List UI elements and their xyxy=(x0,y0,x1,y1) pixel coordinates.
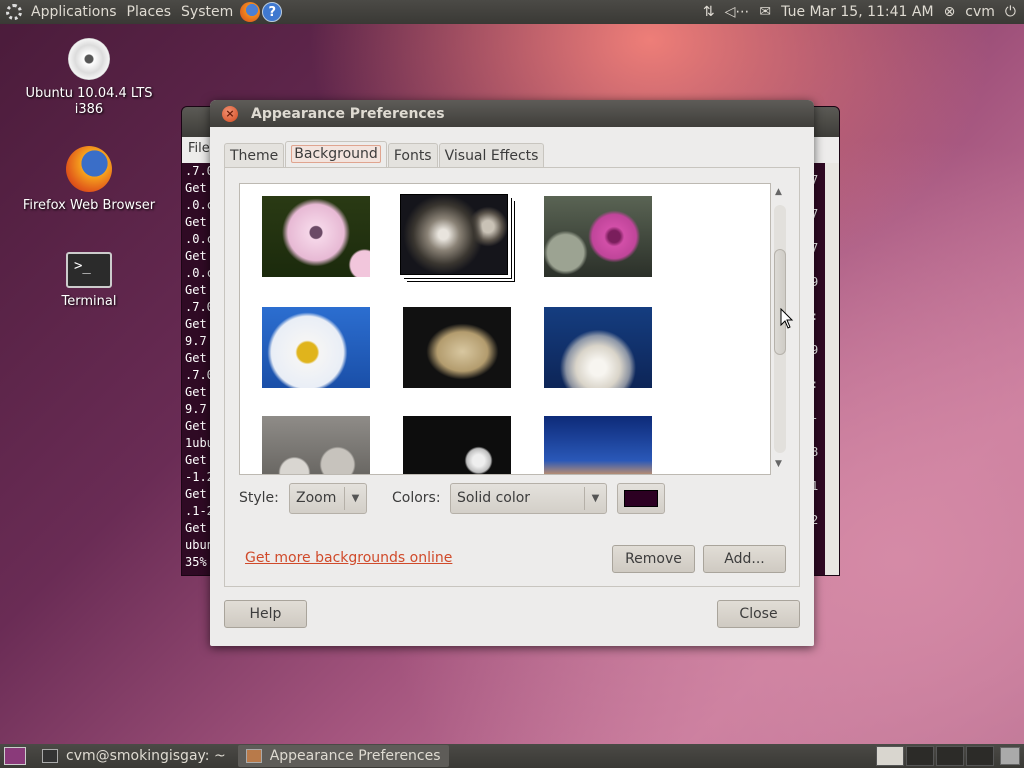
terminal-scrollbar[interactable] xyxy=(825,163,839,575)
terminal-icon: >_ xyxy=(66,252,112,288)
tab-label: Theme xyxy=(230,148,279,164)
appearance-icon xyxy=(245,749,262,763)
power-icon[interactable]: ⏻ xyxy=(1005,4,1016,20)
menu-system[interactable]: System xyxy=(176,4,238,20)
tab-label: Fonts xyxy=(393,148,432,164)
style-combo[interactable]: Zoom ▼ xyxy=(289,483,367,514)
taskbar-item-appearance[interactable]: Appearance Preferences xyxy=(237,745,449,767)
wallpaper-thumbnail[interactable] xyxy=(262,196,370,277)
colors-label: Colors: xyxy=(392,490,441,506)
user-menu[interactable]: cvm xyxy=(965,4,995,20)
desktop-icon-ubuntu-cd[interactable]: Ubuntu 10.04.4 LTS i386 xyxy=(14,38,164,118)
wallpaper-thumbnail[interactable] xyxy=(403,307,511,388)
tab-visual-effects[interactable]: Visual Effects xyxy=(438,143,545,170)
desktop-icon-label: Firefox Web Browser xyxy=(22,198,156,213)
wallpaper-thumbnail[interactable] xyxy=(403,416,511,474)
wallpaper-thumbnail-selected[interactable] xyxy=(400,194,508,275)
colors-combo-value: Solid color xyxy=(457,490,531,506)
network-icon[interactable]: ⇅ xyxy=(703,4,715,20)
wallpaper-thumbnail[interactable] xyxy=(262,307,370,388)
help-button[interactable]: Help xyxy=(224,600,307,628)
desktop-icon-label: Terminal xyxy=(61,294,117,309)
dialog-title: Appearance Preferences xyxy=(251,105,445,122)
wallpaper-thumbnail[interactable] xyxy=(544,196,652,277)
menu-applications[interactable]: Applications xyxy=(26,4,122,20)
top-panel: Applications Places System ? ⇅ ◁⋯ ✉ Tue … xyxy=(0,0,1024,24)
tab-theme[interactable]: Theme xyxy=(224,143,285,170)
add-button[interactable]: Add... xyxy=(703,545,786,573)
workspace-2[interactable] xyxy=(906,746,934,766)
menu-places[interactable]: Places xyxy=(122,4,177,20)
bottom-panel: cvm@smokingisgay: ~ Appearance Preferenc… xyxy=(0,744,1024,768)
desktop-icon-label: Ubuntu 10.04.4 LTS i386 xyxy=(25,86,153,117)
remove-button[interactable]: Remove xyxy=(612,545,695,573)
tab-fonts[interactable]: Fonts xyxy=(387,143,438,170)
volume-icon[interactable]: ◁⋯ xyxy=(725,4,750,20)
clock[interactable]: Tue Mar 15, 11:41 AM xyxy=(781,4,933,20)
wallpaper-grid[interactable] xyxy=(239,183,771,475)
desktop-icon-firefox[interactable]: Firefox Web Browser xyxy=(14,146,164,214)
taskbar-item-label: cvm@smokingisgay: ~ xyxy=(66,748,226,764)
trash-icon[interactable] xyxy=(1000,747,1020,765)
cd-icon xyxy=(68,38,110,80)
taskbar-item-label: Appearance Preferences xyxy=(269,748,441,764)
appearance-preferences-dialog: × Appearance Preferences Theme Backgroun… xyxy=(210,100,814,646)
scrollbar-thumb[interactable] xyxy=(774,249,786,355)
chevron-down-icon: ▼ xyxy=(344,487,366,510)
tab-label: Visual Effects xyxy=(444,148,539,164)
color-picker-button[interactable] xyxy=(617,483,665,514)
tab-label: Background xyxy=(291,145,381,163)
terminal-menu-file[interactable]: File xyxy=(188,141,210,156)
get-more-backgrounds-link[interactable]: Get more backgrounds online xyxy=(245,550,452,566)
workspace-4[interactable] xyxy=(966,746,994,766)
style-label: Style: xyxy=(239,490,279,506)
color-swatch xyxy=(624,490,658,507)
style-combo-value: Zoom xyxy=(296,490,337,506)
wallpaper-thumbnail[interactable] xyxy=(544,416,652,474)
mail-icon[interactable]: ✉ xyxy=(759,4,771,20)
wallpaper-thumbnail[interactable] xyxy=(544,307,652,388)
close-icon[interactable]: × xyxy=(222,105,238,122)
terminal-icon xyxy=(42,749,58,763)
workspace-3[interactable] xyxy=(936,746,964,766)
colors-combo[interactable]: Solid color ▼ xyxy=(450,483,607,514)
workspace-1[interactable] xyxy=(876,746,904,766)
taskbar-item-terminal[interactable]: cvm@smokingisgay: ~ xyxy=(34,745,234,767)
firefox-launcher-icon[interactable] xyxy=(240,2,261,22)
user-status-icon[interactable]: ⊗ xyxy=(944,4,956,20)
wallpaper-thumbnail[interactable] xyxy=(262,416,370,474)
ubuntu-logo-icon xyxy=(6,4,22,20)
help-launcher-icon[interactable]: ? xyxy=(262,2,283,22)
mouse-cursor-icon xyxy=(780,308,794,329)
tab-bar: Theme Background Fonts Visual Effects xyxy=(224,140,545,171)
close-button[interactable]: Close xyxy=(717,600,800,628)
desktop-icon-terminal[interactable]: >_ Terminal xyxy=(14,252,164,310)
chevron-down-icon: ▼ xyxy=(584,487,606,510)
scroll-down-arrow-icon[interactable]: ▼ xyxy=(775,459,782,469)
background-tab-panel: ▲ ▼ Style: Zoom ▼ Colors: Solid color ▼ … xyxy=(224,167,800,587)
dialog-titlebar[interactable]: × Appearance Preferences xyxy=(210,100,814,127)
scroll-up-arrow-icon[interactable]: ▲ xyxy=(775,187,782,197)
show-desktop-icon[interactable] xyxy=(4,747,26,765)
firefox-icon xyxy=(66,146,112,192)
